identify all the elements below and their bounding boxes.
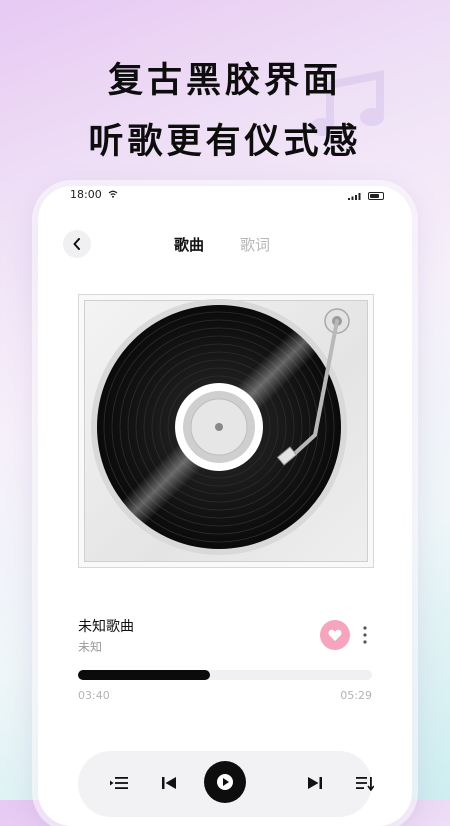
skip-next-icon	[308, 777, 322, 789]
play-icon	[217, 774, 233, 790]
song-artist: 未知	[78, 640, 103, 654]
back-button[interactable]	[63, 230, 91, 258]
promo-headline-2: 听歌更有仪式感	[88, 122, 362, 162]
promo-headline-1: 复古黑胶界面	[107, 61, 342, 101]
chevron-left-icon	[73, 238, 80, 250]
heart-icon	[328, 629, 342, 641]
song-title: 未知歌曲	[78, 619, 134, 635]
wifi-icon	[108, 190, 118, 198]
phone-screen: 18:00 歌曲 歌词 未知歌曲 未知 03:40 05:29	[38, 186, 412, 826]
like-button[interactable]	[320, 620, 350, 650]
vinyl-record-illustration	[91, 299, 350, 555]
skip-previous-icon	[162, 777, 176, 789]
status-time: 18:00	[70, 188, 102, 201]
tab-lyrics[interactable]: 歌词	[240, 234, 270, 255]
next-button[interactable]	[304, 773, 326, 793]
queue-button[interactable]	[354, 773, 376, 793]
vinyl-cover-art	[78, 294, 374, 568]
current-time: 03:40	[78, 689, 110, 702]
tab-song[interactable]: 歌曲	[174, 234, 204, 255]
previous-button[interactable]	[158, 773, 180, 793]
total-time: 05:29	[340, 689, 372, 702]
playlist-button[interactable]	[108, 773, 130, 793]
more-vertical-icon[interactable]	[360, 624, 370, 646]
playback-controls	[78, 751, 374, 817]
status-bar: 18:00	[70, 188, 384, 204]
battery-icon	[368, 192, 384, 200]
play-button[interactable]	[204, 761, 246, 803]
playlist-icon	[110, 777, 128, 789]
signal-icon	[348, 193, 361, 200]
progress-bar[interactable]	[78, 670, 372, 680]
progress-fill	[78, 670, 211, 680]
queue-sort-icon	[356, 777, 374, 791]
